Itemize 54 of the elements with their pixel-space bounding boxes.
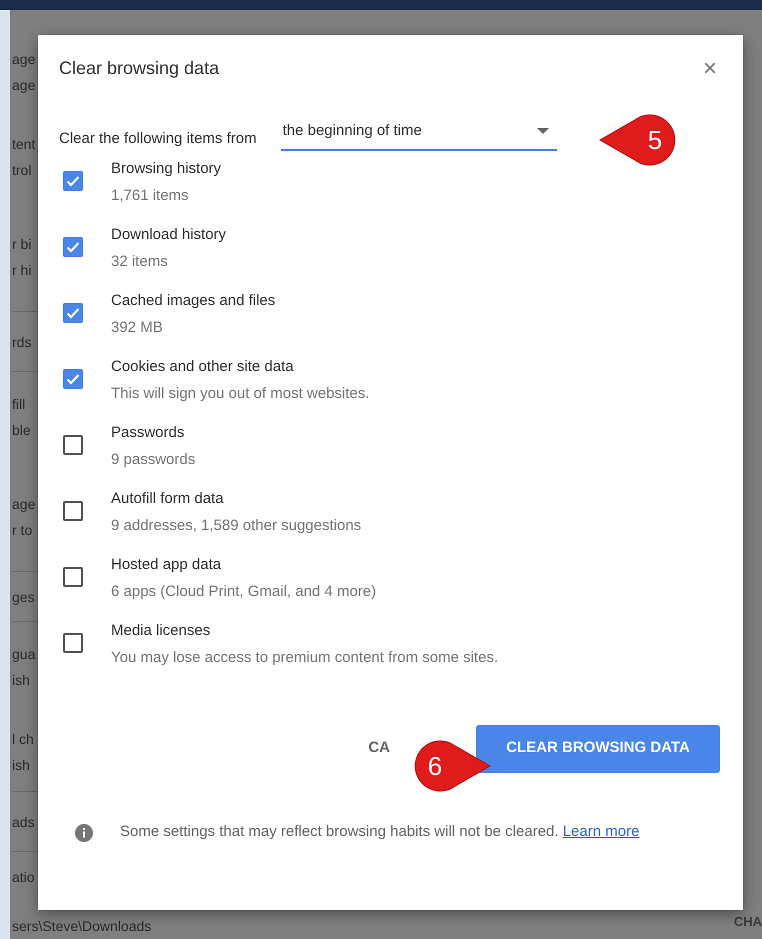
checkbox[interactable] xyxy=(63,632,83,652)
background-text: r hi xyxy=(12,260,32,280)
caret-icon xyxy=(536,128,549,134)
background-text: atio xyxy=(12,868,36,887)
item-detail: 9 passwords xyxy=(111,450,196,470)
item-detail: 32 items xyxy=(111,252,169,272)
background-text: age xyxy=(12,494,36,514)
background-text: trol xyxy=(12,161,32,180)
close-button[interactable]: × xyxy=(698,56,721,80)
checkbox[interactable] xyxy=(63,500,83,520)
info-icon xyxy=(74,822,94,842)
checkbox[interactable] xyxy=(63,368,83,388)
background-text: fill xyxy=(12,395,26,414)
item-title: Hosted app data xyxy=(111,554,222,574)
background-text: sers\Steve\Downloads xyxy=(12,917,152,936)
footer-note: Some settings that may reflect browsing habits will not be cleared. Learn more xyxy=(120,822,640,842)
background-text: ads xyxy=(12,812,36,832)
checkbox[interactable] xyxy=(63,434,83,454)
item-title: Passwords xyxy=(111,422,186,442)
item-title: Cached images and files xyxy=(111,290,276,310)
item-detail: You may lose access to premium content from some sites. xyxy=(111,648,498,668)
item-detail: This will sign you out of most websites. xyxy=(111,384,370,404)
background-text: ish xyxy=(12,671,31,690)
background-text: rds xyxy=(12,332,32,352)
dialog-title: Clear browsing data xyxy=(59,57,220,80)
checkbox[interactable] xyxy=(63,236,83,256)
item-title: Browsing history xyxy=(111,158,222,178)
background-text: l ch xyxy=(12,730,35,748)
checkbox[interactable] xyxy=(63,170,83,190)
background-text: ges xyxy=(12,588,36,607)
checkbox[interactable] xyxy=(63,302,83,322)
background-text: gua xyxy=(12,645,36,664)
background-text: ble xyxy=(12,421,32,440)
cancel-button[interactable]: CA xyxy=(368,737,390,760)
item-detail: 9 addresses, 1,589 other suggestions xyxy=(111,516,362,536)
time-range-label: Clear the following items from xyxy=(59,129,257,149)
clear-browsing-data-button[interactable]: CLEAR BROWSING DATA xyxy=(476,724,720,772)
background-button[interactable]: CHA xyxy=(734,912,762,932)
item-title: Cookies and other site data xyxy=(111,356,295,376)
time-range-select[interactable]: the beginning of time xyxy=(280,116,557,150)
item-title: Download history xyxy=(111,224,226,244)
background-text: tent xyxy=(12,135,36,154)
item-title: Media licenses xyxy=(111,620,212,640)
checkbox[interactable] xyxy=(63,566,83,586)
background-text: age xyxy=(12,76,36,95)
background-text: age xyxy=(12,50,36,69)
learn-more-link[interactable]: Learn more xyxy=(562,822,640,840)
item-detail: 392 MB xyxy=(111,318,164,338)
item-detail: 1,761 items xyxy=(111,186,190,206)
item-title: Autofill form data xyxy=(111,488,225,508)
background-text: r to xyxy=(12,520,34,540)
item-detail: 6 apps (Cloud Print, Gmail, and 4 more) xyxy=(111,582,376,602)
background-text: ish xyxy=(12,756,31,774)
background-text: r bi xyxy=(12,234,32,254)
